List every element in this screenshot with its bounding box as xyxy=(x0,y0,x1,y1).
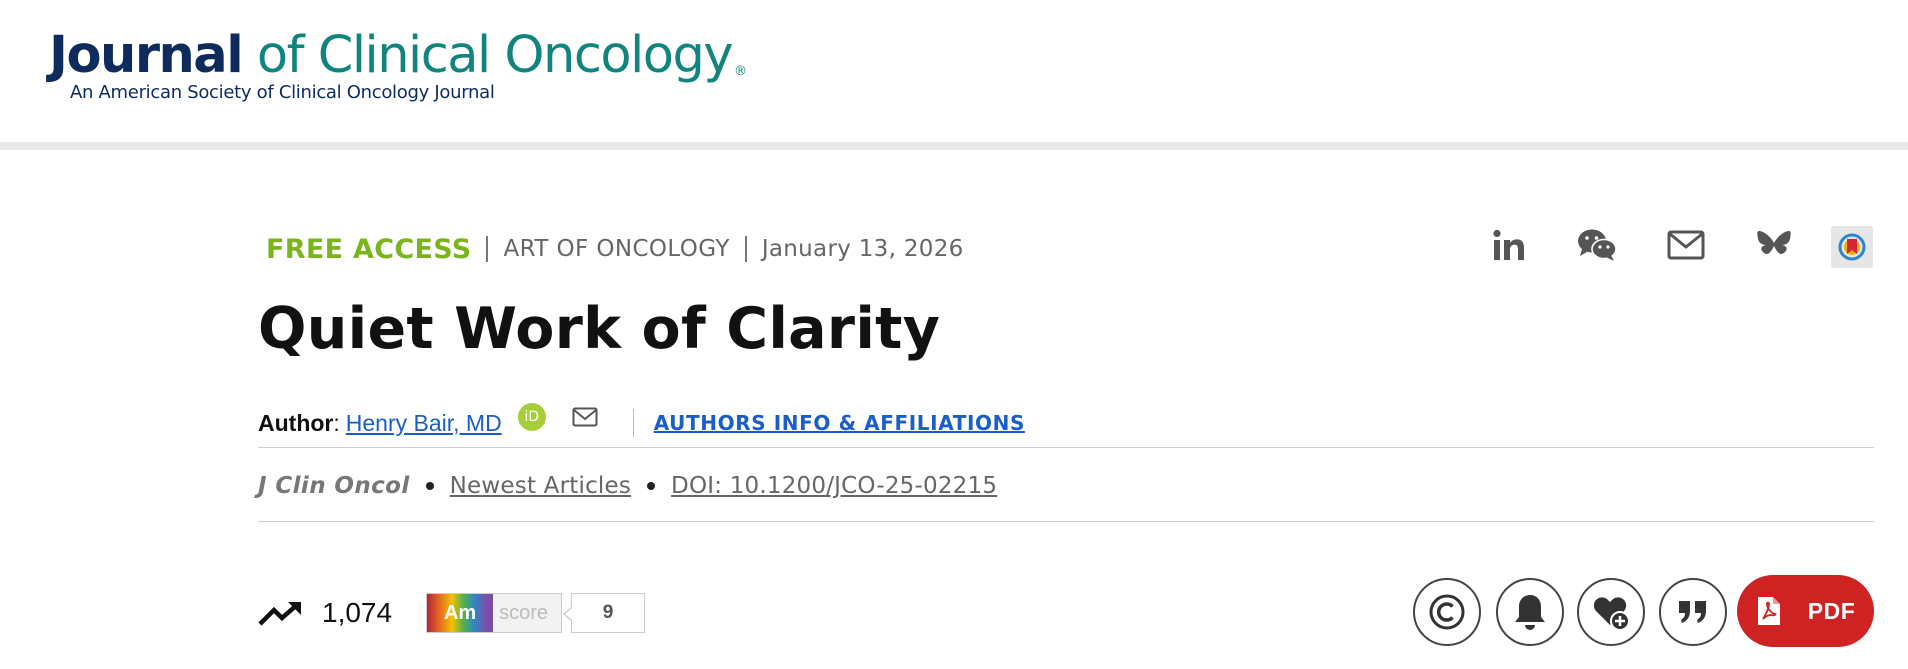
journal-logo[interactable]: Journal of Clinical Oncology ® An America… xyxy=(49,22,747,103)
logo-wordmark: Journal of Clinical Oncology ® xyxy=(49,22,747,90)
pdf-file-icon xyxy=(1756,595,1782,627)
author-divider xyxy=(632,409,634,437)
author-line: Author : Henry Bair, MD iD AUTHORS INFO … xyxy=(258,400,1025,446)
authors-affiliations-link[interactable]: AUTHORS INFO & AFFILIATIONS xyxy=(654,411,1025,435)
divider xyxy=(258,521,1874,522)
pdf-label: PDF xyxy=(1807,597,1856,624)
altmetric-score-value: 9 xyxy=(563,593,646,633)
mendeley-icon xyxy=(1838,233,1866,261)
mail-icon xyxy=(1667,230,1705,260)
citation-line: J Clin Oncol Newest Articles DOI: 10.120… xyxy=(258,467,997,505)
quote-icon xyxy=(1679,601,1706,623)
bullet-separator xyxy=(425,482,434,490)
copyright-icon xyxy=(1429,594,1465,630)
author-label: Author xyxy=(258,409,334,436)
altmetric-badge[interactable]: Am score 9 xyxy=(426,593,646,633)
article-meta: FREE ACCESS ART OF ONCOLOGY January 13, … xyxy=(266,229,964,269)
share-mendeley-button[interactable] xyxy=(1831,226,1873,268)
header-divider xyxy=(0,142,1908,150)
meta-divider xyxy=(744,236,747,262)
site-header: Journal of Clinical Oncology ® An America… xyxy=(0,0,1908,142)
issue-link[interactable]: Newest Articles xyxy=(450,473,631,499)
view-count: 1,074 xyxy=(322,597,393,628)
mail-icon xyxy=(572,407,598,427)
heart-add-icon xyxy=(1593,597,1630,631)
access-badge: FREE ACCESS xyxy=(266,233,472,265)
bullet-separator xyxy=(647,482,656,490)
cite-button[interactable] xyxy=(1659,578,1727,646)
alerts-button[interactable] xyxy=(1496,578,1564,646)
wechat-icon xyxy=(1578,229,1617,261)
author-name-link[interactable]: Henry Bair, MD xyxy=(346,410,502,437)
favorites-button[interactable] xyxy=(1577,578,1645,646)
meta-divider xyxy=(486,236,489,262)
logo-journal-word: Journal xyxy=(49,26,244,85)
share-wechat-button[interactable] xyxy=(1574,222,1620,268)
altmetric-donut-icon: Am xyxy=(427,594,494,632)
article-metrics: 1,074 Am score 9 xyxy=(258,590,646,636)
share-bluesky-button[interactable] xyxy=(1751,222,1797,268)
trending-up-icon xyxy=(258,598,304,628)
author-email-button[interactable] xyxy=(572,407,598,427)
orcid-icon[interactable]: iD xyxy=(517,403,546,431)
altmetric-score-label: score xyxy=(499,601,548,624)
pdf-download-button[interactable]: PDF xyxy=(1737,575,1874,647)
linkedin-icon xyxy=(1493,229,1524,260)
permissions-button[interactable] xyxy=(1413,578,1481,646)
author-colon: : xyxy=(333,409,340,436)
doi-link[interactable]: DOI: 10.1200/JCO-25-02215 xyxy=(671,473,997,499)
bell-icon xyxy=(1515,595,1545,630)
article-section: ART OF ONCOLOGY xyxy=(503,236,730,262)
journal-abbreviation: J Clin Oncol xyxy=(258,473,410,499)
altmetric-logo: Am score xyxy=(426,593,563,633)
logo-registered-mark: ® xyxy=(734,64,747,79)
bluesky-icon xyxy=(1757,231,1791,254)
share-email-button[interactable] xyxy=(1663,222,1709,268)
logo-rest-words: of Clinical Oncology xyxy=(242,26,734,85)
article-title: Quiet Work of Clarity xyxy=(258,296,941,362)
divider xyxy=(258,447,1874,448)
share-linkedin-button[interactable] xyxy=(1486,222,1532,268)
publication-date: January 13, 2026 xyxy=(761,236,964,262)
